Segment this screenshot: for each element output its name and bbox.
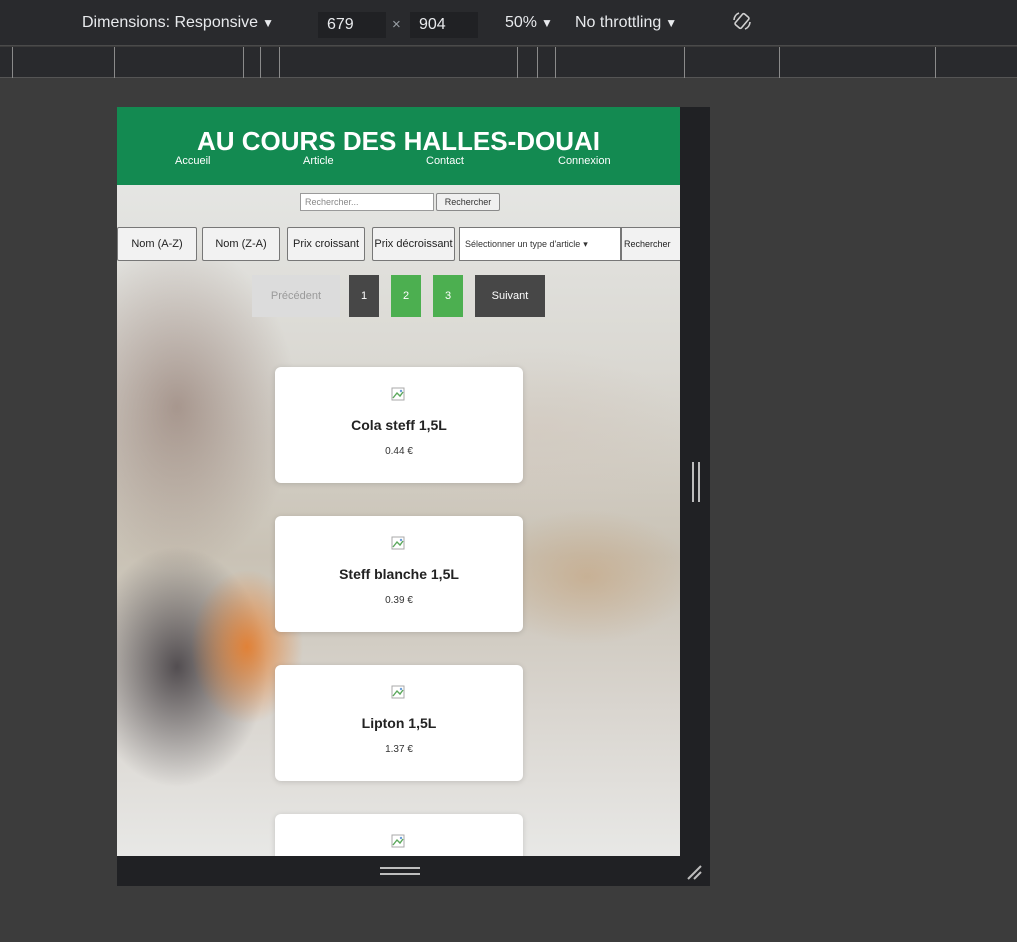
broken-image-icon — [391, 685, 405, 699]
width-resize-handle[interactable] — [692, 462, 700, 502]
ruler-tick — [684, 47, 685, 78]
search-button[interactable]: Rechercher — [436, 193, 500, 211]
ruler-tick — [243, 47, 244, 78]
nav-connexion[interactable]: Connexion — [558, 155, 611, 167]
product-name: Cola steff 1,5L — [351, 417, 447, 433]
chevron-down-icon: ▾ — [583, 238, 588, 249]
nav-accueil[interactable]: Accueil — [175, 155, 210, 167]
pagination-page-2[interactable]: 2 — [391, 275, 421, 317]
device-frame: AU COURS DES HALLES-DOUAI Accueil Articl… — [117, 107, 710, 886]
product-name: Lipton 1,5L — [361, 715, 437, 731]
times-sign: × — [392, 16, 401, 33]
ruler-tick — [537, 47, 538, 78]
ruler-tick — [260, 47, 261, 78]
product-card[interactable]: Cola steff 1,5L 0.44 € — [275, 367, 523, 483]
ruler-tick — [12, 47, 13, 78]
caret-down-icon: ▼ — [665, 16, 678, 30]
sort-name-asc-button[interactable]: Nom (A-Z) — [117, 227, 197, 261]
product-name: Steff blanche 1,5L — [339, 566, 459, 582]
corner-resize-handle[interactable] — [684, 862, 704, 882]
article-type-select[interactable]: Sélectionner un type d'article ▾ — [459, 227, 621, 261]
pagination-page-1[interactable]: 1 — [349, 275, 379, 317]
zoom-dropdown[interactable]: 50% ▼ — [505, 14, 553, 32]
width-input[interactable]: 679 — [318, 12, 386, 38]
throttling-dropdown[interactable]: No throttling ▼ — [575, 14, 677, 32]
nav-contact[interactable]: Contact — [426, 155, 464, 167]
pagination-next-button[interactable]: Suivant — [475, 275, 545, 317]
product-card[interactable]: Lipton 1,5L 1.37 € — [275, 665, 523, 781]
dimensions-dropdown[interactable]: Dimensions: Responsive ▼ — [82, 14, 274, 32]
sort-price-asc-button[interactable]: Prix croissant — [287, 227, 365, 261]
sort-price-desc-button[interactable]: Prix décroissant — [372, 227, 455, 261]
throttling-label: No throttling — [575, 14, 662, 31]
article-type-select-value: Sélectionner un type d'article — [465, 239, 581, 249]
device-toolbar: Dimensions: Responsive ▼ 679 × 904 50% ▼ N… — [0, 0, 1017, 46]
ruler-tick — [935, 47, 936, 78]
height-input[interactable]: 904 — [410, 12, 478, 38]
search-input[interactable]: Rechercher... — [300, 193, 434, 211]
rotate-icon[interactable] — [731, 10, 753, 32]
nav-article[interactable]: Article — [303, 155, 334, 167]
site-title: AU COURS DES HALLES-DOUAI — [196, 126, 600, 156]
product-card[interactable]: Steff blanche 1,5L 0.39 € — [275, 516, 523, 632]
ruler-tick — [779, 47, 780, 78]
product-price: 0.44 € — [385, 446, 413, 457]
filter-search-button[interactable]: Rechercher — [621, 227, 680, 261]
caret-down-icon: ▼ — [262, 16, 274, 30]
ruler-tick — [114, 47, 115, 78]
ruler-tick — [517, 47, 518, 78]
pagination-page-3[interactable]: 3 — [433, 275, 463, 317]
broken-image-icon — [391, 536, 405, 550]
height-resize-handle[interactable] — [380, 867, 420, 875]
pagination-prev-button[interactable]: Précédent — [252, 275, 340, 317]
caret-down-icon: ▼ — [541, 16, 553, 30]
page-viewport[interactable]: AU COURS DES HALLES-DOUAI Accueil Articl… — [117, 107, 680, 856]
product-card[interactable] — [275, 814, 523, 856]
zoom-label: 50% — [505, 14, 538, 31]
product-price: 1.37 € — [385, 744, 413, 755]
dimensions-label: Dimensions: Responsive — [82, 14, 259, 31]
broken-image-icon — [391, 387, 405, 401]
broken-image-icon — [391, 834, 405, 848]
ruler-tick — [555, 47, 556, 78]
product-price: 0.39 € — [385, 595, 413, 606]
ruler-tick — [279, 47, 280, 78]
sort-name-desc-button[interactable]: Nom (Z-A) — [202, 227, 280, 261]
media-query-ruler — [0, 47, 1017, 78]
site-header: AU COURS DES HALLES-DOUAI Accueil Articl… — [117, 107, 680, 185]
